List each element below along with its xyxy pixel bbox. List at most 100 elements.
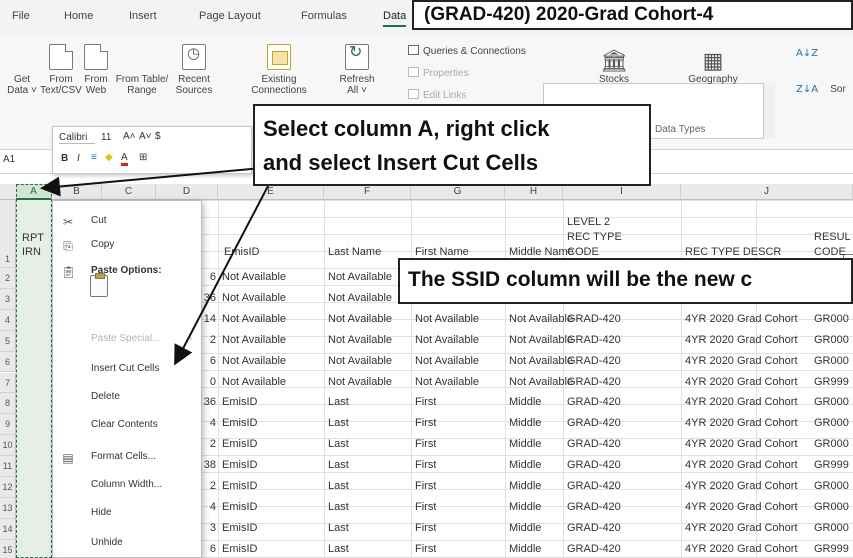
cell-c-row-13[interactable]: 4 [200,501,216,513]
cell-g-row-9[interactable]: Middle [509,417,541,429]
cell-d-row-6[interactable]: Not Available [222,355,286,367]
cell-i-row-9[interactable]: 4YR 2020 Grad Cohort [685,417,798,429]
cell-j-row-13[interactable]: GR000 [814,501,849,513]
properties-button[interactable]: Properties [408,67,469,79]
from-table-range-button[interactable]: From Table/ Range [114,44,170,270]
cell-f-row-13[interactable]: First [415,501,436,513]
cell-c-row-14[interactable]: 3 [200,522,216,534]
cell-h-row-15[interactable]: GRAD-420 [567,543,621,555]
data-types-scrollbar[interactable] [763,83,775,139]
from-web-button[interactable]: From Web [80,44,112,96]
fill-color-icon[interactable]: ◆ [105,152,113,163]
refresh-all-button[interactable]: Refresh All ˅ [334,44,380,96]
column-header-e[interactable]: E [218,184,324,200]
cell-h-row-12[interactable]: GRAD-420 [567,480,621,492]
cell-d-row-2[interactable]: Not Available [222,271,286,283]
cell-d-row-5[interactable]: Not Available [222,334,286,346]
queries-connections-button[interactable]: Queries & Connections [408,45,526,57]
cell-j1-line2[interactable]: CODE [814,246,846,258]
row-header[interactable]: 1 [0,200,16,268]
cell-h-row-9[interactable]: GRAD-420 [567,417,621,429]
cell-i-row-11[interactable]: 4YR 2020 Grad Cohort [685,459,798,471]
cell-e-row-14[interactable]: Last [328,522,349,534]
font-color-icon[interactable]: A [121,152,128,166]
existing-connections-button[interactable]: Existing Connections [246,44,312,96]
tab-data[interactable]: Data [383,10,407,27]
row-header[interactable]: 9 [0,414,16,436]
cell-j-row-5[interactable]: GR000 [814,334,849,346]
tab-formulas[interactable]: Formulas [301,10,347,22]
cell-e-row-13[interactable]: Last [328,501,349,513]
cell-g-row-13[interactable]: Middle [509,501,541,513]
tab-file[interactable]: File [12,10,30,22]
cell-a1-line1[interactable]: RPT [22,232,44,244]
cell-f-row-15[interactable]: First [415,543,436,555]
column-header-f[interactable]: F [324,184,411,200]
cell-d-row-12[interactable]: EmisID [222,480,257,492]
stocks-button[interactable]: 🏛︎ Stocks [584,48,644,85]
cell-c-row-7[interactable]: 0 [200,376,216,388]
bold-icon[interactable]: B [61,153,68,164]
cell-i-row-5[interactable]: 4YR 2020 Grad Cohort [685,334,798,346]
tab-home[interactable]: Home [64,10,93,22]
cell-i-row-12[interactable]: 4YR 2020 Grad Cohort [685,480,798,492]
recent-sources-button[interactable]: Recent Sources [170,44,218,96]
tab-insert[interactable]: Insert [129,10,157,22]
cell-j-row-6[interactable]: GR000 [814,355,849,367]
cell-e-row-10[interactable]: Last [328,438,349,450]
cell-j-row-4[interactable]: GR000 [814,313,849,325]
cell-i-row-8[interactable]: 4YR 2020 Grad Cohort [685,396,798,408]
from-text-csv-button[interactable]: From Text/CSV [40,44,82,96]
cell-e-row-4[interactable]: Not Available [328,313,392,325]
cell-f-row-5[interactable]: Not Available [415,334,479,346]
cell-d-row-4[interactable]: Not Available [222,313,286,325]
cell-d-row-15[interactable]: EmisID [222,543,257,555]
cell-f-row-7[interactable]: Not Available [415,376,479,388]
cell-c-row-12[interactable]: 2 [200,480,216,492]
cell-a1-line2[interactable]: IRN [22,246,41,258]
cell-h-row-8[interactable]: GRAD-420 [567,396,621,408]
sort-button[interactable]: Sor [818,54,853,280]
cell-g-row-7[interactable]: Not Available [509,376,573,388]
cell-c-row-3[interactable]: 36 [200,292,216,304]
sort-az-icon[interactable]: A↓Z [796,48,818,59]
cell-f-row-10[interactable]: First [415,438,436,450]
cell-g-row-4[interactable]: Not Available [509,313,573,325]
cell-e-row-11[interactable]: Last [328,459,349,471]
cell-i-row-4[interactable]: 4YR 2020 Grad Cohort [685,313,798,325]
cell-c-row-11[interactable]: 38 [200,459,216,471]
font-size-box[interactable]: 11 [101,132,111,143]
cell-f-row-6[interactable]: Not Available [415,355,479,367]
cell-e-row-9[interactable]: Last [328,417,349,429]
cell-c-row-2[interactable]: 6 [200,271,216,283]
cell-c-row-8[interactable]: 36 [200,396,216,408]
get-data-button[interactable]: Get Data ˅ [2,44,50,270]
name-box[interactable]: A1 [0,154,48,170]
column-header-j[interactable]: J [681,184,853,200]
cell-d-row-9[interactable]: EmisID [222,417,257,429]
currency-icon[interactable]: $ [155,131,161,142]
cell-j-row-8[interactable]: GR000 [814,396,849,408]
column-header-b[interactable]: B [52,184,102,200]
cell-d1[interactable]: EmisID [224,246,259,258]
cell-d-row-8[interactable]: EmisID [222,396,257,408]
cell-f-row-4[interactable]: Not Available [415,313,479,325]
cell-f-row-12[interactable]: First [415,480,436,492]
column-header-c[interactable]: C [102,184,156,200]
align-icon[interactable]: ≡ [91,152,97,163]
column-header-d[interactable]: D [156,184,218,200]
cell-h-row-13[interactable]: GRAD-420 [567,501,621,513]
cell-f1[interactable]: First Name [415,246,469,258]
cell-h-row-4[interactable]: GRAD-420 [567,313,621,325]
cell-i-row-10[interactable]: 4YR 2020 Grad Cohort [685,438,798,450]
cell-g-row-12[interactable]: Middle [509,480,541,492]
cell-h-row-5[interactable]: GRAD-420 [567,334,621,346]
column-header-g[interactable]: G [411,184,505,200]
edit-links-button[interactable]: Edit Links [408,89,466,101]
cell-e-row-2[interactable]: Not Available [328,271,392,283]
cell-e-row-15[interactable]: Last [328,543,349,555]
cell-h-row-10[interactable]: GRAD-420 [567,438,621,450]
cell-i-row-7[interactable]: 4YR 2020 Grad Cohort [685,376,798,388]
cell-j-row-12[interactable]: GR000 [814,480,849,492]
row-header[interactable]: 11 [0,456,16,477]
